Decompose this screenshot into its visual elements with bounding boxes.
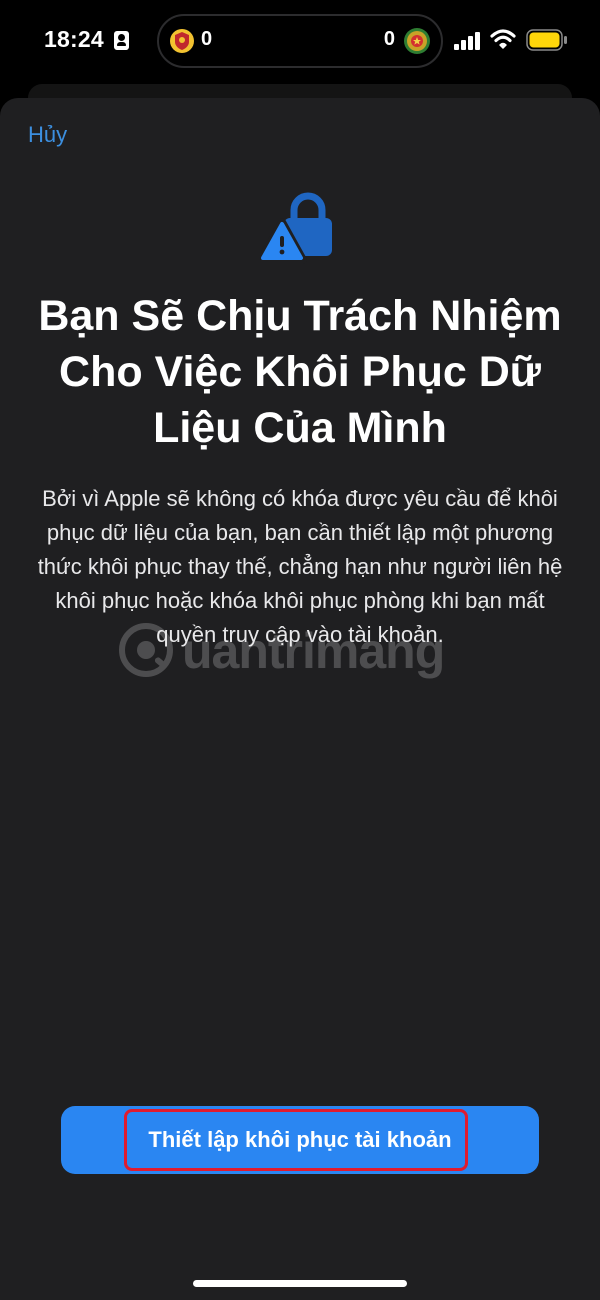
island-right-count: 0 <box>383 28 395 50</box>
contact-card-icon <box>114 31 129 50</box>
status-bar: 18:24 0 0 <box>0 0 600 82</box>
island-left-count: 0 <box>201 28 213 50</box>
medal-icon <box>404 28 430 54</box>
wifi-icon <box>490 29 516 49</box>
dynamic-island[interactable]: 0 0 <box>157 14 443 68</box>
phone-screen: 18:24 0 0 Hủy Bạn Sẽ Chịu Trách Nhiệm Ch… <box>0 0 600 1300</box>
home-indicator[interactable] <box>193 1280 407 1287</box>
watermark-text: uantrimang <box>182 623 445 679</box>
account-recovery-sheet: Hủy Bạn Sẽ Chịu Trách Nhiệm Cho Việc Khô… <box>0 98 600 1300</box>
watermark: uantrimang <box>118 618 478 688</box>
badge-icon <box>170 29 194 53</box>
page-title: Bạn Sẽ Chịu Trách Nhiệm Cho Việc Khôi Ph… <box>38 292 562 452</box>
highlight-annotation <box>124 1109 468 1171</box>
battery-icon <box>526 29 567 51</box>
status-time: 18:24 <box>44 26 104 52</box>
cancel-button[interactable]: Hủy <box>28 122 67 148</box>
lock-warning-icon <box>260 192 332 264</box>
watermark-logo-icon <box>119 623 173 677</box>
cellular-signal-icon <box>454 32 480 50</box>
